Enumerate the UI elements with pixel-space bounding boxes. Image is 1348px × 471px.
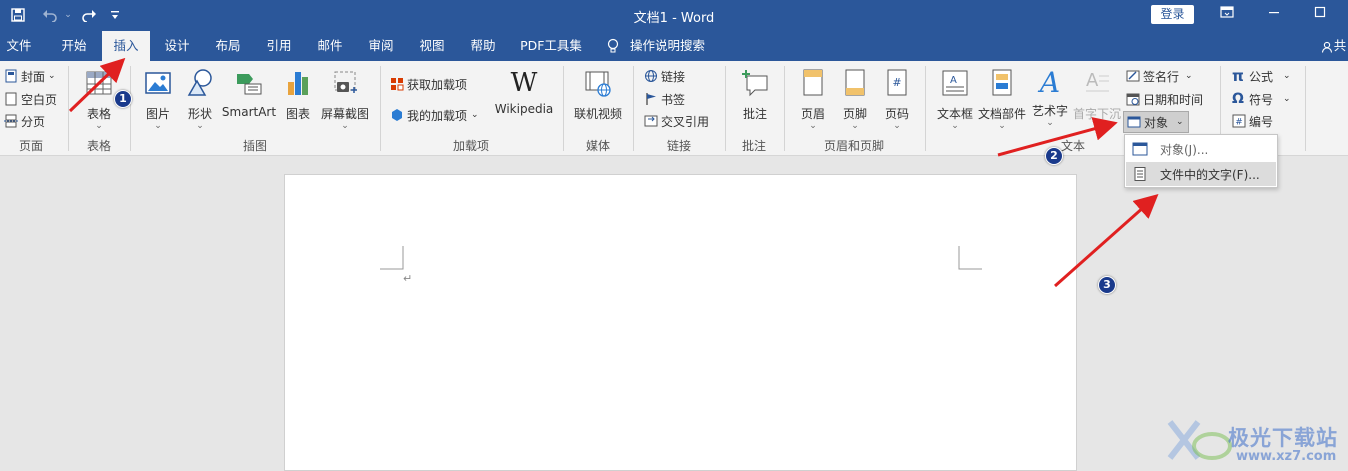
arrow-to-insert-tab: [68, 57, 126, 113]
annotation-arrows: [68, 57, 1159, 288]
step-badge-1: 1: [114, 90, 132, 108]
step-badge-2: 2: [1045, 147, 1063, 165]
arrow-to-text-from-file: [1054, 194, 1159, 288]
step-badge-3: 3: [1098, 276, 1116, 294]
watermark-url: www.xz7.com: [1236, 449, 1337, 464]
watermark-text: 极光下载站: [1228, 426, 1338, 450]
